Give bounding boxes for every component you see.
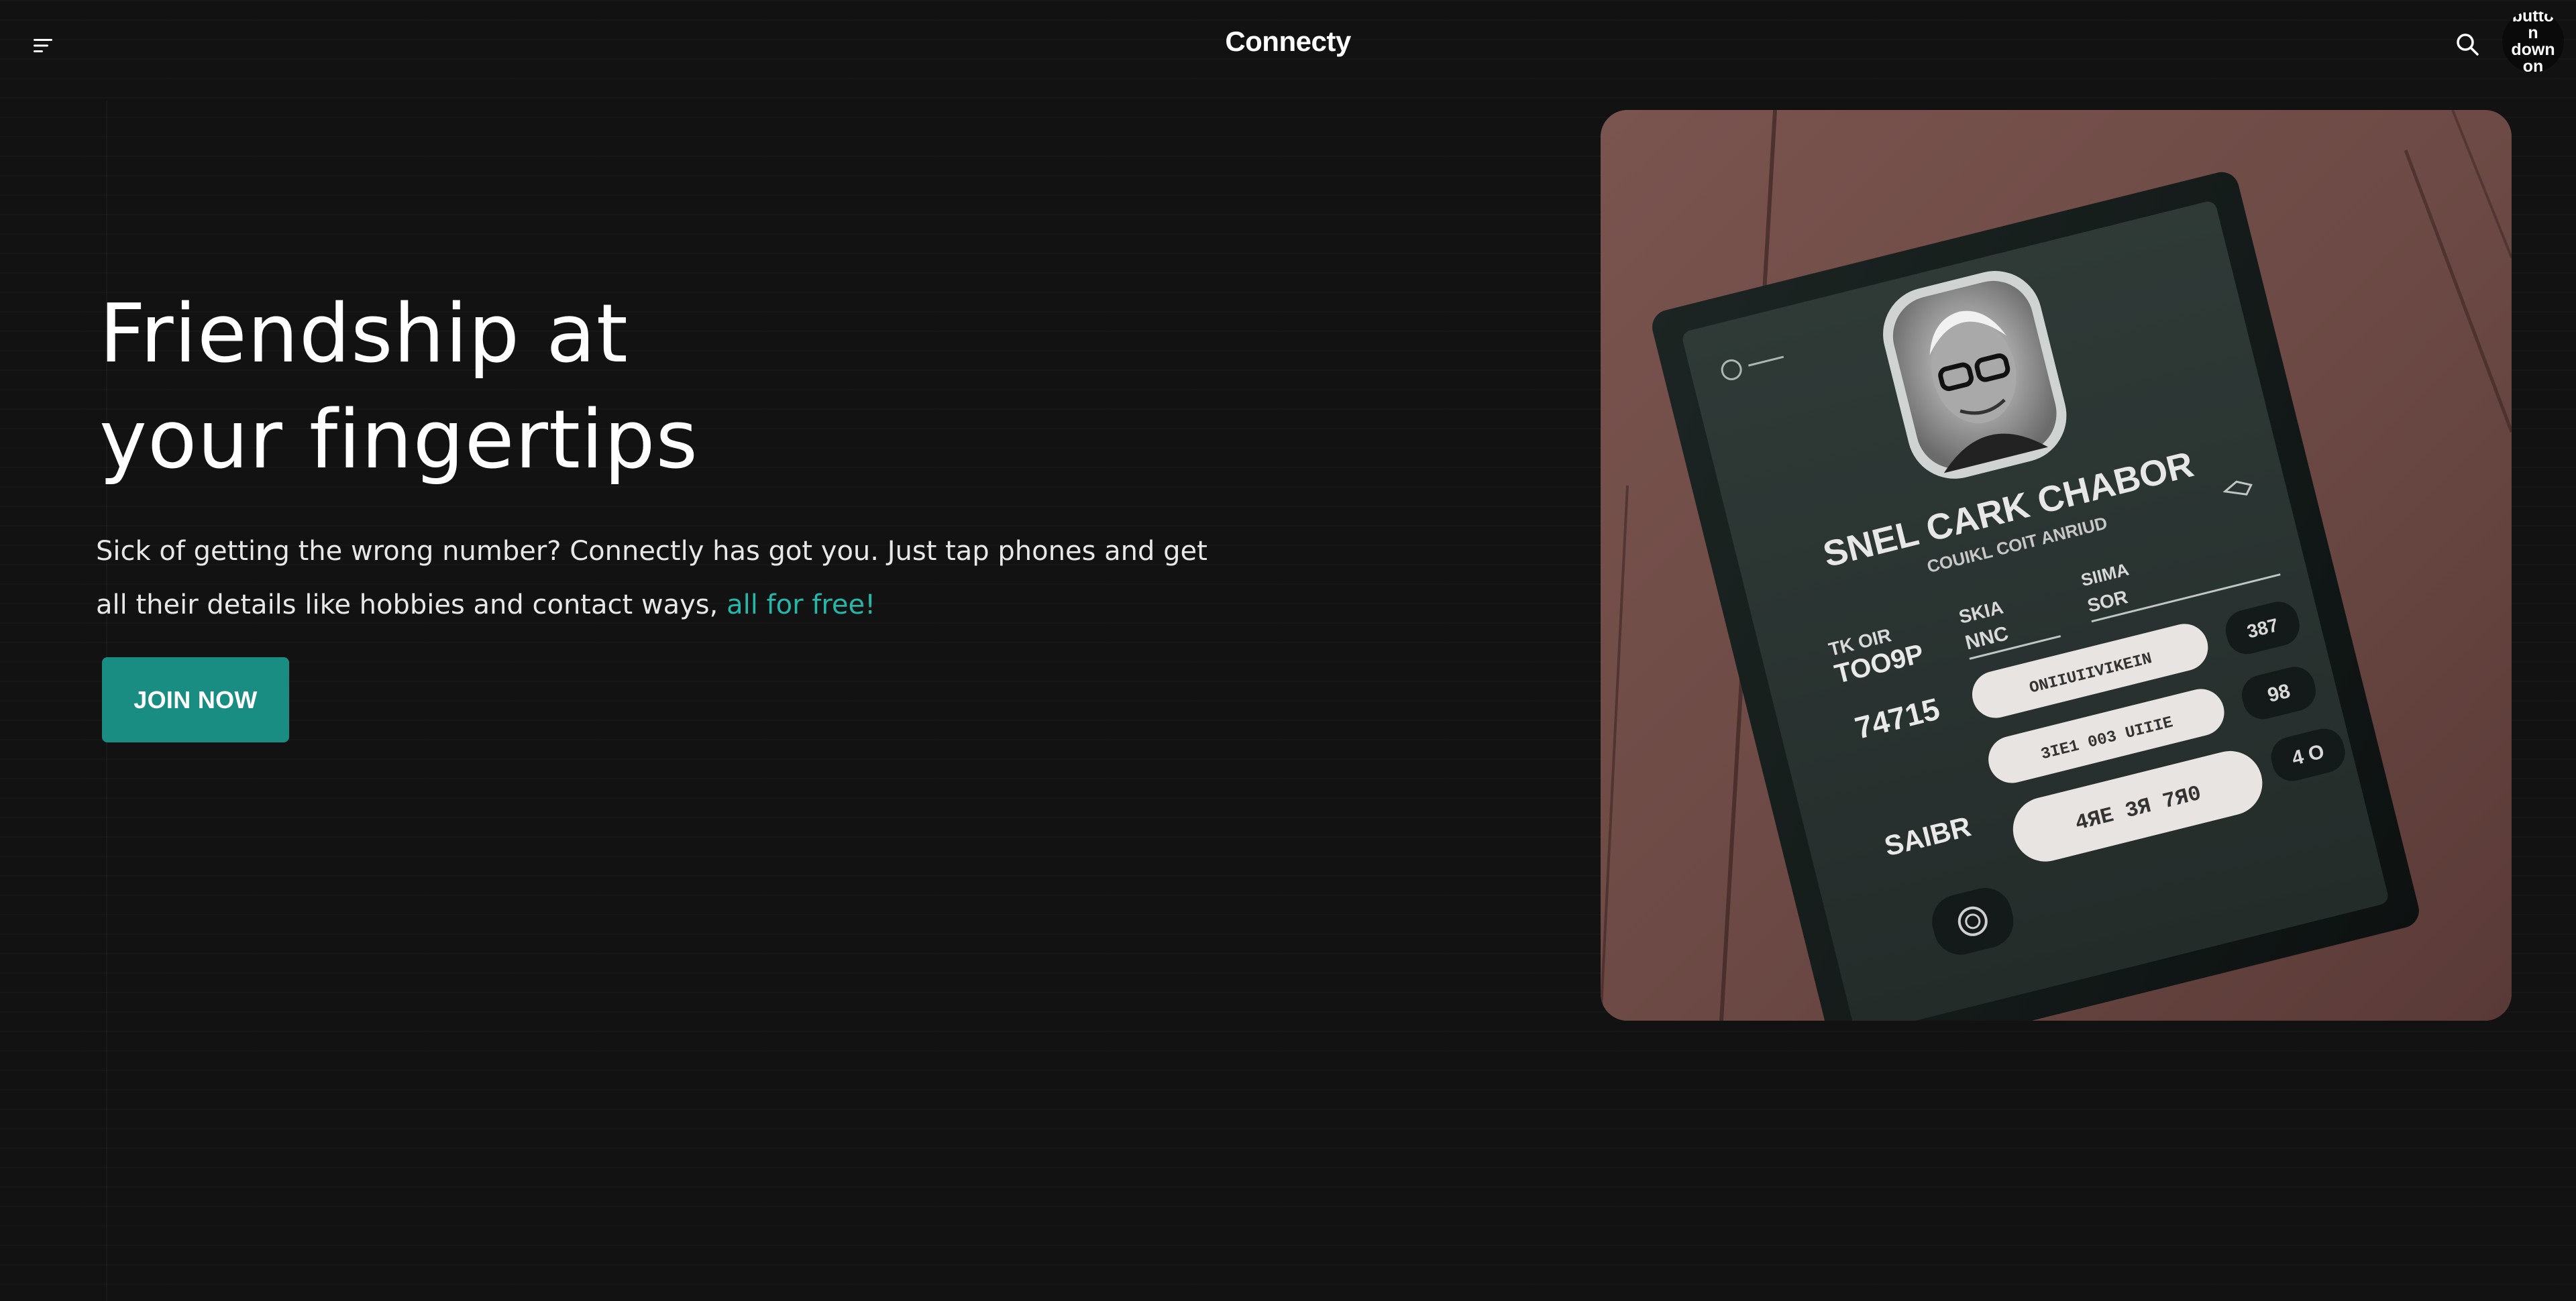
search-button[interactable]: [2447, 24, 2487, 64]
hero-description: Sick of getting the wrong number? Connec…: [96, 524, 1236, 632]
hero-description-highlight: all for free!: [727, 589, 876, 620]
join-now-button[interactable]: JOIN NOW: [102, 657, 289, 742]
hero-title-line-1: Friendship at: [99, 288, 629, 381]
search-icon: [2457, 34, 2479, 56]
hero-description-text: Sick of getting the wrong number? Connec…: [96, 536, 1208, 620]
hero-illustration: SNEL CARK CHABOR COUIKL COIT ANRIUD TK O…: [1601, 110, 2512, 1021]
hero-title: Friendship at your fingertips: [99, 282, 698, 494]
contact-card-illustration: SNEL CARK CHABOR COUIKL COIT ANRIUD TK O…: [1601, 110, 2512, 1021]
hero-title-line-2: your fingertips: [99, 394, 699, 487]
brand-logo-text[interactable]: Connecty: [0, 25, 2576, 58]
avatar-alt-text: button down on: [2511, 11, 2555, 72]
user-avatar-button[interactable]: button down on: [2502, 11, 2564, 72]
top-navigation-bar: Connecty button down on: [0, 0, 2576, 89]
